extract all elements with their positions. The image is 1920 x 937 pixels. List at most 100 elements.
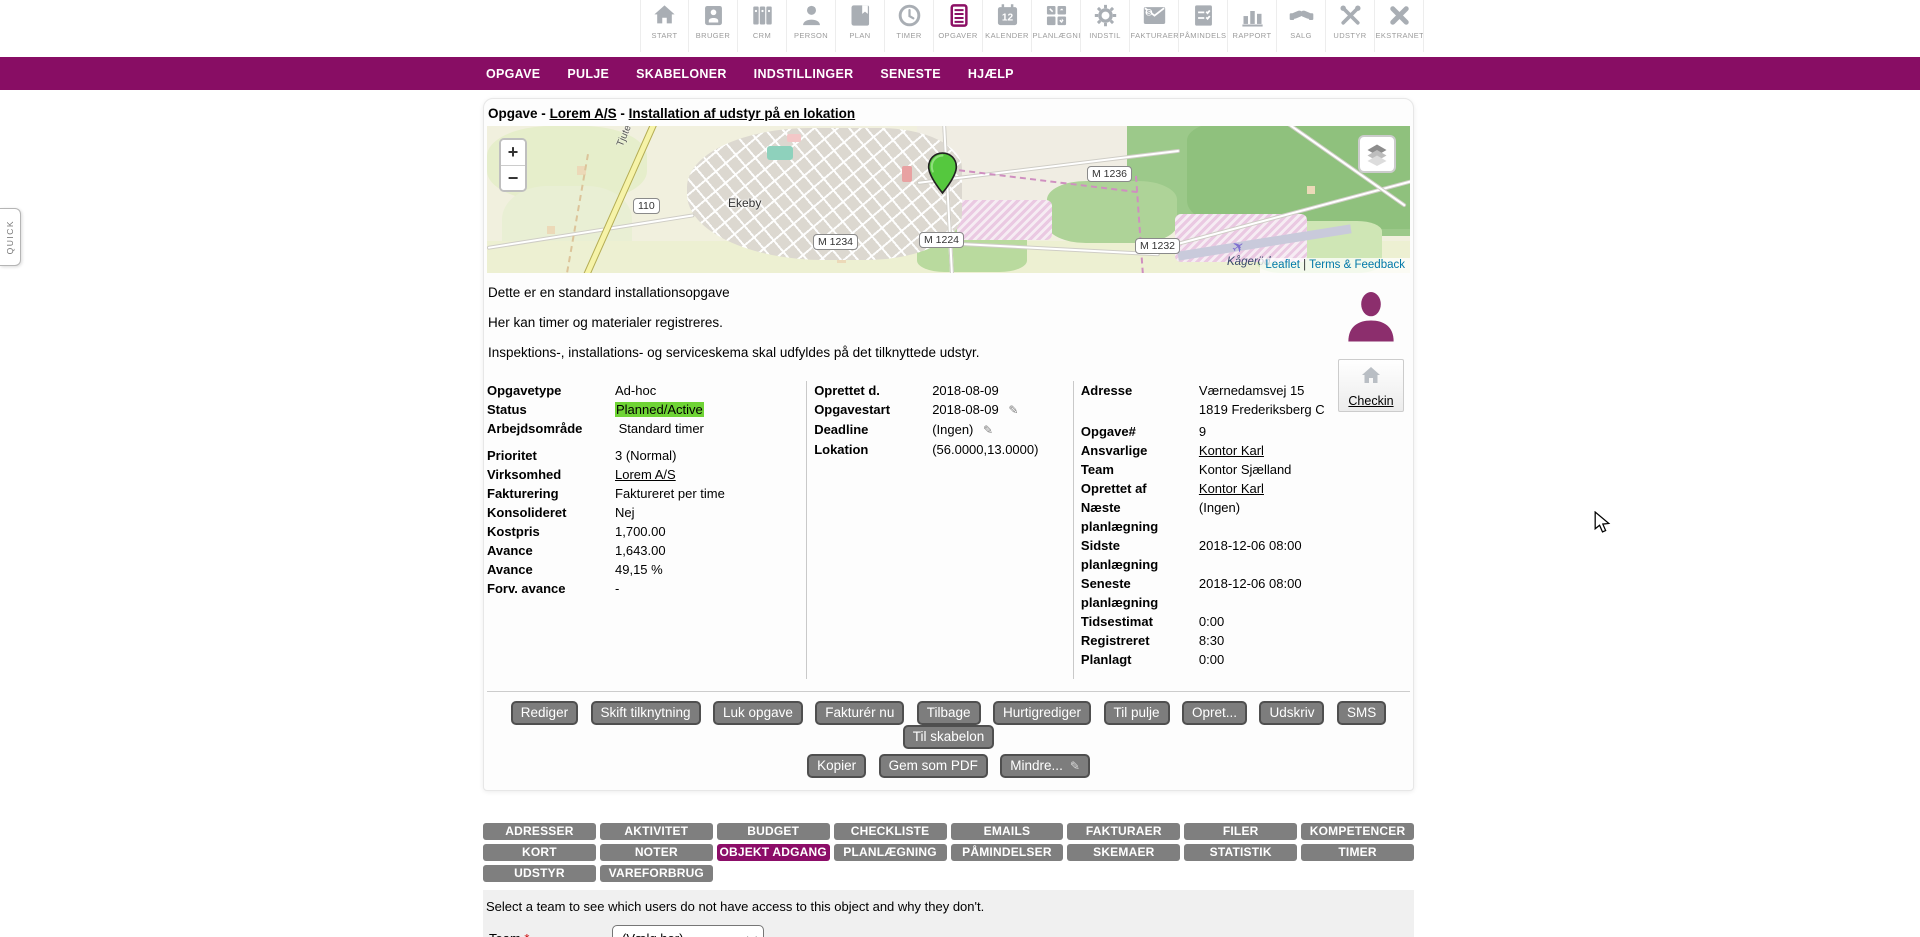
action-button[interactable]: Udskriv: [1259, 701, 1324, 725]
toolbar-item-bruger[interactable]: BRUGER: [689, 0, 738, 52]
tab-button[interactable]: FAKTURAER: [1067, 823, 1180, 840]
tab-button[interactable]: EMAILS: [951, 823, 1064, 840]
book-icon: [847, 2, 874, 29]
menu-item-skabeloner[interactable]: SKABELONER: [636, 67, 727, 81]
detail-value-wrap: Faktureret per time: [615, 484, 806, 503]
breadcrumb-task-link[interactable]: Installation af udstyr på en lokation: [629, 106, 856, 121]
tab-button[interactable]: KORT: [483, 844, 596, 861]
action-button[interactable]: Gem som PDF: [879, 754, 988, 778]
detail-value: Planned/Active: [615, 402, 704, 417]
action-button-label: Tilbage: [927, 705, 971, 720]
action-button[interactable]: Hurtigrediger: [993, 701, 1091, 725]
detail-value-wrap: Kontor Karl: [1199, 441, 1410, 460]
action-button[interactable]: Luk opgave: [713, 701, 803, 725]
content-panel: Opgave - Lorem A/S - Installation af uds…: [483, 98, 1414, 937]
tools-icon: [1337, 2, 1364, 29]
action-row-2: Kopier Gem som PDF Mindre...✎: [487, 754, 1410, 778]
action-button[interactable]: Mindre...✎: [1000, 754, 1090, 778]
detail-value: 9: [1199, 424, 1206, 439]
toolbar-item-udstyr[interactable]: UDSTYR: [1326, 0, 1375, 52]
toolbar-item-ekstranet[interactable]: EKSTRANET: [1375, 0, 1424, 52]
action-button[interactable]: Til skabelon: [903, 725, 995, 749]
action-button[interactable]: Fakturér nu: [815, 701, 904, 725]
map-layers-control[interactable]: [1358, 135, 1396, 173]
planning-boxes-icon: [1043, 2, 1070, 29]
menu-item-indstillinger[interactable]: INDSTILLINGER: [754, 67, 854, 81]
action-button[interactable]: SMS: [1337, 701, 1386, 725]
tab-button[interactable]: FILER: [1184, 823, 1297, 840]
toolbar-item-indstil[interactable]: INDSTIL: [1081, 0, 1130, 52]
zoom-in-button[interactable]: +: [501, 140, 525, 165]
menu-item-opgave[interactable]: OPGAVE: [486, 67, 540, 81]
tab-button[interactable]: OBJEKT ADGANG: [717, 844, 830, 861]
team-select[interactable]: (Vælg her): [612, 925, 764, 937]
toolbar-item-plan[interactable]: PLAN: [836, 0, 885, 52]
tab-button[interactable]: CHECKLISTE: [834, 823, 947, 840]
detail-value: Kontor Sjælland: [1199, 462, 1292, 477]
checkin-link[interactable]: Checkin: [1339, 394, 1403, 408]
terms-feedback-link[interactable]: Terms & Feedback: [1309, 259, 1405, 271]
map-marker-pin[interactable]: [927, 152, 958, 200]
action-button[interactable]: Opret...: [1182, 701, 1247, 725]
detail-value: 8:30: [1199, 633, 1224, 648]
detail-value-wrap: Ad-hoc: [615, 381, 806, 400]
toolbar-item-paamindelser[interactable]: PÅMINDELSER: [1179, 0, 1228, 52]
toolbar-item-kalender[interactable]: 12 KALENDER: [983, 0, 1032, 52]
zoom-out-button[interactable]: −: [501, 165, 525, 190]
action-button[interactable]: Rediger: [511, 701, 578, 725]
action-row-1: Rediger Skift tilknytning Luk opgave Fak…: [487, 701, 1410, 749]
menu-item-seneste[interactable]: SENESTE: [880, 67, 940, 81]
menu-item-hjaelp[interactable]: HJÆLP: [968, 67, 1014, 81]
detail-label: Tidsestimat: [1081, 612, 1199, 631]
toolbar-item-timer[interactable]: TIMER: [885, 0, 934, 52]
tab-button[interactable]: NOTER: [600, 844, 713, 861]
detail-label: Avance: [487, 560, 615, 579]
detail-value: 2018-08-09: [932, 402, 999, 417]
toolbar-item-salg[interactable]: SALG: [1277, 0, 1326, 52]
checkin-box[interactable]: Checkin: [1338, 359, 1404, 412]
tab-button[interactable]: KOMPETENCER: [1301, 823, 1414, 840]
leaflet-link[interactable]: Leaflet: [1265, 259, 1300, 271]
location-map[interactable]: ✈ Tjutebrovägen Ekeby 110 M 1236 M 1234 …: [487, 126, 1410, 273]
edit-pencil-icon[interactable]: ✎: [983, 423, 993, 437]
detail-row: Status Planned/Active: [487, 400, 806, 419]
detail-value: -: [615, 581, 619, 596]
detail-label: Registreret: [1081, 631, 1199, 650]
pencil-icon: ✎: [1070, 759, 1080, 773]
quick-side-tab[interactable]: QUICK: [0, 208, 21, 266]
tab-button[interactable]: STATISTIK: [1184, 844, 1297, 861]
tab-button[interactable]: VAREFORBRUG: [600, 865, 713, 882]
tab-button[interactable]: AKTIVITET: [600, 823, 713, 840]
toolbar-item-label: OPGAVER: [935, 31, 982, 40]
action-button[interactable]: Skift tilknytning: [591, 701, 701, 725]
menu-item-pulje[interactable]: PULJE: [567, 67, 609, 81]
action-button[interactable]: Tilbage: [917, 701, 981, 725]
toolbar-item-fakturaer[interactable]: $ FAKTURAER: [1130, 0, 1179, 52]
user-badge-icon: [700, 2, 727, 29]
tab-button[interactable]: ADRESSER: [483, 823, 596, 840]
breadcrumb-company-link[interactable]: Lorem A/S: [550, 106, 617, 121]
toolbar-item-label: PLAN: [837, 31, 884, 40]
detail-value-wrap: 49,15 %: [615, 560, 806, 579]
toolbar-item-opgaver[interactable]: OPGAVER: [934, 0, 983, 52]
detail-value-wrap: 3 (Normal): [615, 446, 806, 465]
tab-button[interactable]: TIMER: [1301, 844, 1414, 861]
attribution-separator: |: [1303, 259, 1306, 271]
toolbar-item-planlaegning[interactable]: PLANLÆGNIN: [1032, 0, 1081, 52]
action-button[interactable]: Til pulje: [1104, 701, 1170, 725]
toolbar-item-start[interactable]: START: [640, 0, 689, 52]
action-button-label: Til pulje: [1114, 705, 1160, 720]
action-button[interactable]: Kopier: [807, 754, 866, 778]
detail-value-wrap: 0:00: [1199, 612, 1410, 631]
toolbar-item-label: SALG: [1278, 31, 1325, 40]
tab-button[interactable]: PÅMINDELSER: [951, 844, 1064, 861]
edit-pencil-icon[interactable]: ✎: [1008, 403, 1018, 417]
toolbar-item-crm[interactable]: CRM: [738, 0, 787, 52]
toolbar-item-label: PLANLÆGNIN: [1033, 31, 1080, 40]
toolbar-item-person[interactable]: PERSON: [787, 0, 836, 52]
tab-button[interactable]: UDSTYR: [483, 865, 596, 882]
tab-button[interactable]: PLANLÆGNING: [834, 844, 947, 861]
tab-button[interactable]: SKEMAER: [1067, 844, 1180, 861]
tab-button[interactable]: BUDGET: [717, 823, 830, 840]
toolbar-item-rapport[interactable]: RAPPORT: [1228, 0, 1277, 52]
